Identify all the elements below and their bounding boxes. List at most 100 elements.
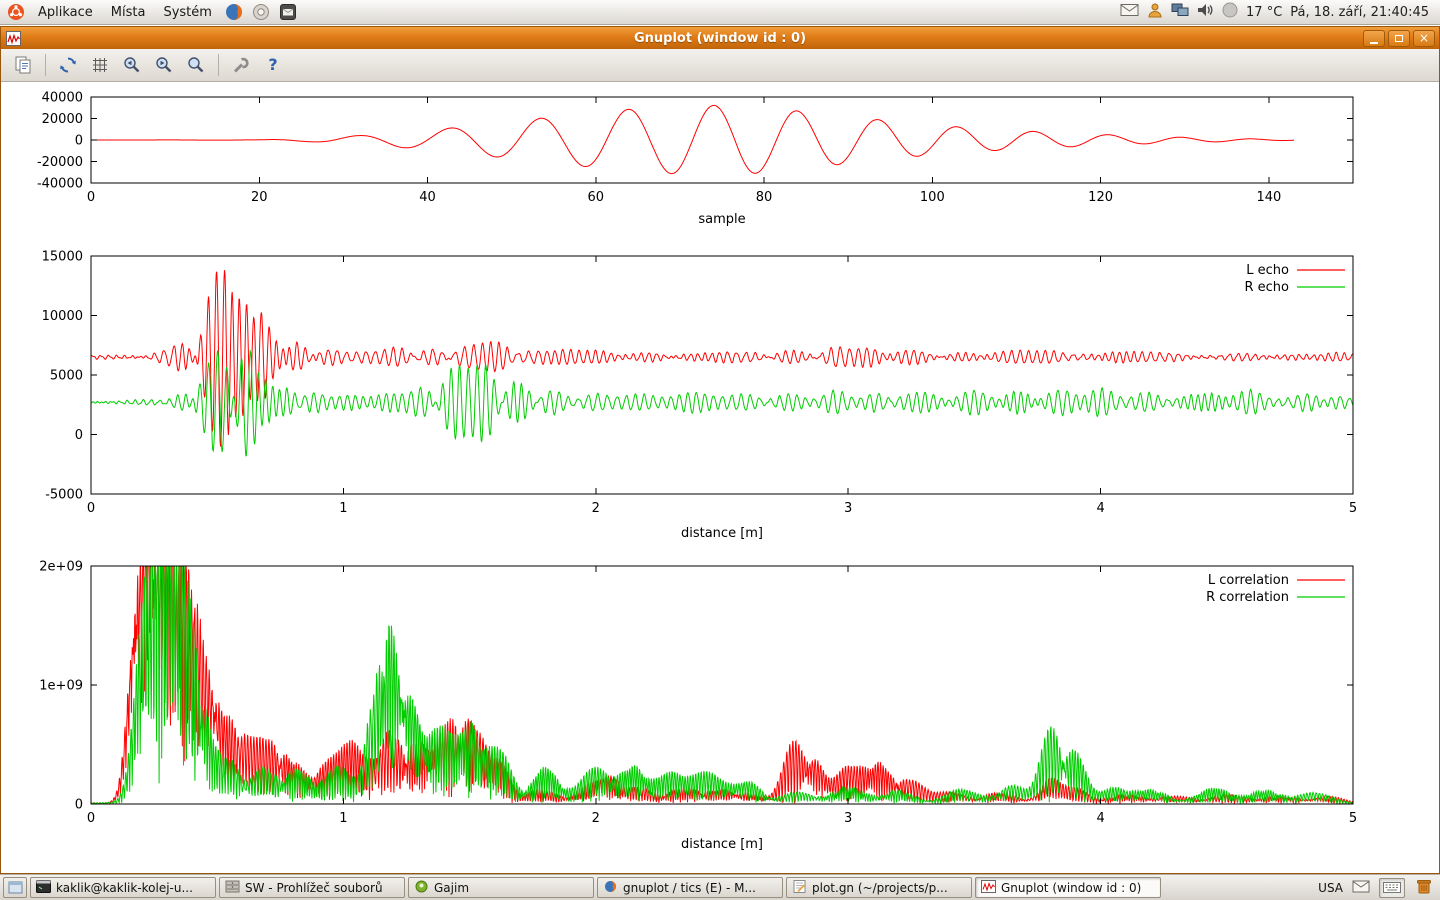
x-tick-label: 20 bbox=[251, 190, 268, 205]
show-desktop-button[interactable] bbox=[3, 877, 27, 898]
taskbar-item-label: SW - Prohlížeč souborů bbox=[245, 881, 383, 895]
firefox-launcher-icon[interactable] bbox=[222, 1, 247, 23]
series-l-correlation bbox=[91, 566, 1353, 804]
chirp-chart[interactable]: 020406080100120140-40000-200000200004000… bbox=[1, 83, 1440, 235]
legend-label: L echo bbox=[1246, 263, 1289, 278]
replot-button[interactable] bbox=[54, 51, 82, 79]
taskbar-item-label: plot.gn (~/projects/p... bbox=[812, 881, 948, 895]
y-tick-label: -40000 bbox=[37, 177, 83, 192]
toolbar-separator bbox=[218, 54, 219, 76]
x-tick-label: 5 bbox=[1349, 501, 1357, 516]
file-manager-icon bbox=[225, 880, 240, 896]
y-tick-label: 5000 bbox=[50, 369, 83, 384]
taskbar: kaklik@kaklik-kolej-u... SW - Prohlížeč … bbox=[0, 874, 1440, 900]
copy-button[interactable] bbox=[9, 51, 37, 79]
svg-text:?: ? bbox=[268, 55, 277, 74]
toolbar: ? bbox=[1, 49, 1439, 82]
clock-label[interactable]: Pá, 18. září, 21:40:45 bbox=[1290, 5, 1429, 20]
x-tick-label: 2 bbox=[592, 811, 600, 826]
top-panel: Aplikace Místa Systém bbox=[0, 0, 1440, 25]
y-tick-label: -20000 bbox=[37, 155, 83, 170]
maximize-button[interactable] bbox=[1388, 30, 1410, 47]
titlebar[interactable]: Gnuplot (window id : 0) × bbox=[1, 27, 1439, 49]
x-axis-label: distance [m] bbox=[681, 526, 763, 541]
x-tick-label: 0 bbox=[87, 190, 95, 205]
configure-button[interactable] bbox=[227, 51, 255, 79]
zoom-next-button[interactable] bbox=[150, 51, 178, 79]
help-button[interactable]: ? bbox=[259, 51, 287, 79]
window-title: Gnuplot (window id : 0) bbox=[1, 31, 1439, 46]
taskbar-tray: USA bbox=[1318, 877, 1437, 898]
menu-places[interactable]: Místa bbox=[103, 2, 154, 23]
x-tick-label: 2 bbox=[592, 501, 600, 516]
series-l-echo bbox=[91, 270, 1353, 446]
weather-icon[interactable] bbox=[1222, 2, 1238, 22]
taskbar-item-terminal[interactable]: kaklik@kaklik-kolej-u... bbox=[30, 877, 216, 898]
menu-system[interactable]: Systém bbox=[155, 2, 219, 23]
x-tick-label: 40 bbox=[419, 190, 436, 205]
autoscale-button[interactable] bbox=[182, 51, 210, 79]
keyboard-layout-indicator[interactable]: USA bbox=[1318, 881, 1343, 895]
keyboard-icon[interactable] bbox=[1379, 878, 1405, 898]
volume-icon[interactable] bbox=[1197, 2, 1214, 22]
trash-icon[interactable] bbox=[1414, 877, 1434, 898]
echo-chart[interactable]: 012345-5000050001000015000distance [m]L … bbox=[1, 235, 1440, 549]
y-tick-label: 0 bbox=[75, 798, 83, 813]
taskbar-item-label: kaklik@kaklik-kolej-u... bbox=[56, 881, 193, 895]
plot-surface: 020406080100120140-40000-200000200004000… bbox=[1, 83, 1439, 873]
x-axis-label: sample bbox=[698, 212, 745, 227]
temperature-label[interactable]: 17 °C bbox=[1246, 5, 1282, 20]
gnuplot-window: Gnuplot (window id : 0) × bbox=[0, 26, 1440, 874]
terminal-icon bbox=[36, 880, 51, 896]
gnuplot-icon bbox=[981, 880, 996, 896]
displays-icon[interactable] bbox=[1171, 2, 1189, 22]
x-tick-label: 4 bbox=[1096, 811, 1104, 826]
taskbar-item-label: Gajim bbox=[434, 881, 469, 895]
gajim-icon bbox=[414, 880, 429, 896]
x-tick-label: 4 bbox=[1096, 501, 1104, 516]
x-tick-label: 120 bbox=[1088, 190, 1113, 205]
y-tick-label: -5000 bbox=[45, 488, 83, 503]
correlation-chart[interactable]: 0 1 2 3 4 5 0 1e+09 2e+09 distance [m] L correlati… bbox=[1, 549, 1440, 863]
x-tick-label: 3 bbox=[844, 811, 852, 826]
taskbar-item-label: Gnuplot (window id : 0) bbox=[1001, 881, 1141, 895]
x-tick-label: 0 bbox=[87, 811, 95, 826]
mail-indicator-icon[interactable] bbox=[1120, 3, 1139, 21]
y-tick-label: 20000 bbox=[42, 112, 83, 127]
taskbar-item-gajim[interactable]: Gajim bbox=[408, 877, 594, 898]
x-tick-label: 1 bbox=[339, 811, 347, 826]
firefox-icon bbox=[603, 880, 618, 896]
y-tick-label: 10000 bbox=[42, 309, 83, 324]
taskbar-item-firefox[interactable]: gnuplot / tics (E) - M... bbox=[597, 877, 783, 898]
zoom-previous-button[interactable] bbox=[118, 51, 146, 79]
text-editor-icon bbox=[792, 880, 807, 896]
minimize-button[interactable] bbox=[1363, 30, 1385, 47]
user-switcher-icon[interactable] bbox=[1147, 2, 1163, 22]
legend-label: R correlation bbox=[1206, 590, 1289, 605]
close-button[interactable]: × bbox=[1413, 30, 1435, 47]
legend-label: L correlation bbox=[1208, 573, 1289, 588]
window-controls: × bbox=[1363, 30, 1435, 47]
x-tick-label: 1 bbox=[339, 501, 347, 516]
x-tick-label: 80 bbox=[756, 190, 773, 205]
help-launcher-icon[interactable] bbox=[249, 1, 274, 23]
ubuntu-logo-icon[interactable] bbox=[3, 1, 28, 23]
toolbar-separator bbox=[45, 54, 46, 76]
email-launcher-icon[interactable] bbox=[276, 1, 301, 23]
x-tick-label: 5 bbox=[1349, 811, 1357, 826]
taskbar-item-file-manager[interactable]: SW - Prohlížeč souborů bbox=[219, 877, 405, 898]
legend-label: R echo bbox=[1244, 280, 1289, 295]
y-tick-label: 0 bbox=[75, 134, 83, 149]
x-tick-label: 0 bbox=[87, 501, 95, 516]
y-tick-label: 15000 bbox=[42, 250, 83, 265]
taskbar-item-editor[interactable]: plot.gn (~/projects/p... bbox=[786, 877, 972, 898]
x-tick-label: 140 bbox=[1256, 190, 1281, 205]
mail-tray-icon[interactable] bbox=[1352, 880, 1370, 896]
taskbar-item-gnuplot[interactable]: Gnuplot (window id : 0) bbox=[975, 877, 1161, 898]
series-chirp bbox=[91, 105, 1294, 173]
x-axis-label: distance [m] bbox=[681, 837, 763, 852]
y-tick-label: 2e+09 bbox=[39, 560, 83, 575]
grid-button[interactable] bbox=[86, 51, 114, 79]
menu-applications[interactable]: Aplikace bbox=[30, 2, 101, 23]
y-tick-label: 1e+09 bbox=[39, 679, 83, 694]
